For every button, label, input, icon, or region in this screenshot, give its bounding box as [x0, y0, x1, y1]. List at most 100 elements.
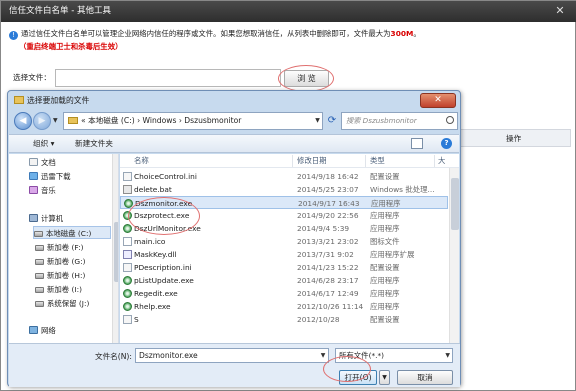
nav-scrollbar[interactable] [112, 154, 118, 343]
search-input[interactable]: 搜索 Dszusbmonitor [341, 112, 458, 130]
file-row[interactable]: pListUpdate.exe 2014/6/28 23:17 应用程序 [120, 274, 448, 287]
file-name: S [134, 315, 139, 324]
nav-item-drive-j[interactable]: 系统保留 (J:) [35, 297, 89, 310]
file-name: Regedit.exe [134, 289, 178, 298]
back-arrow-icon[interactable]: ◀ [14, 112, 32, 130]
nav-scrollbar-thumb[interactable] [114, 222, 118, 282]
chevron-down-icon: ▼ [445, 352, 450, 359]
address-dropdown-icon[interactable]: ▼ [312, 112, 323, 130]
column-type[interactable]: 类型 [370, 155, 385, 167]
nav-item-label: 新加卷 (I:) [47, 285, 82, 294]
search-placeholder: 搜索 Dszusbmonitor [346, 116, 417, 125]
nav-item-drive-i[interactable]: 新加卷 (I:) [35, 283, 82, 296]
ini-file-icon [123, 263, 132, 272]
filename-label: 文件名(N): [95, 352, 132, 361]
dialog-title: 选择要加载的文件 [14, 94, 89, 108]
file-date: 2014/9/18 16:42 [297, 172, 359, 181]
open-options-dropdown[interactable]: ▼ [379, 370, 390, 385]
file-row[interactable]: delete.bat 2014/5/25 23:07 Windows 批处理... [120, 183, 448, 196]
navigation-pane: 文档 迅雷下载 音乐 计算机 本地磁盘 (C:) 新加卷 (F:) 新加卷 (G… [9, 154, 119, 343]
file-row[interactable]: S 2012/10/28 配置设置 [120, 313, 448, 326]
file-row[interactable]: Dszprotect.exe 2014/9/20 22:56 应用程序 [120, 209, 448, 222]
column-size[interactable]: 大 [438, 155, 445, 167]
nav-item-network[interactable]: 网络 [29, 324, 56, 337]
ico-file-icon [123, 237, 132, 246]
nav-item-label: 迅雷下载 [41, 172, 71, 181]
nav-item-label: 文档 [41, 158, 56, 167]
restart-warning: （重启终端卫士和杀毒后生效） [19, 42, 123, 51]
file-list-scrollbar-thumb[interactable] [451, 178, 459, 230]
column-divider[interactable] [292, 155, 293, 167]
filename-input[interactable]: Dszmonitor.exe [135, 348, 329, 363]
column-divider[interactable] [434, 155, 435, 167]
file-date: 2014/6/28 23:17 [297, 276, 359, 285]
nav-item-drive-f[interactable]: 新加卷 (F:) [35, 241, 83, 254]
cancel-button[interactable]: 取消 [397, 370, 453, 385]
music-icon [29, 186, 38, 194]
nav-item-drive-h[interactable]: 新加卷 (H:) [35, 269, 85, 282]
file-row[interactable]: MaskKey.dll 2013/7/31 9:02 应用程序扩展 [120, 248, 448, 261]
refresh-icon[interactable]: ⟳ [325, 112, 339, 130]
nav-item-drive-c[interactable]: 本地磁盘 (C:) [33, 226, 111, 239]
open-file-dialog: 选择要加载的文件 ✕ ◀ ▶ ▼ « 本地磁盘 (C:) › Windows ›… [7, 90, 461, 387]
help-icon[interactable]: ? [441, 138, 452, 149]
file-row[interactable]: ChoiceControl.ini 2014/9/18 16:42 配置设置 [120, 170, 448, 183]
forward-arrow-icon[interactable]: ▶ [33, 112, 51, 130]
info-icon: ! [9, 31, 18, 40]
operation-column-header: 操作 [506, 134, 522, 143]
file-name: pListUpdate.exe [134, 276, 194, 285]
nav-item-label: 系统保留 (J:) [47, 299, 90, 308]
download-icon [29, 172, 38, 180]
window-close-button[interactable]: ✕ [553, 4, 567, 18]
filetype-select[interactable]: 所有文件(*.*) ▼ [335, 348, 453, 363]
nav-item-label: 计算机 [41, 214, 64, 223]
column-name[interactable]: 名称 [134, 155, 149, 167]
history-dropdown-icon[interactable]: ▼ [53, 117, 58, 124]
browse-button[interactable]: 浏 览 [284, 70, 329, 87]
file-type: 配置设置 [370, 172, 400, 181]
file-type: 图标文件 [370, 237, 400, 246]
column-date[interactable]: 修改日期 [297, 155, 327, 167]
nav-item-downloads[interactable]: 迅雷下载 [29, 170, 71, 183]
window-title: 信任文件白名单 - 其他工具 [1, 1, 576, 22]
new-folder-button[interactable]: 新建文件夹 [75, 138, 113, 150]
drive-icon [35, 287, 44, 293]
nav-item-computer[interactable]: 计算机 [29, 212, 63, 225]
file-date: 2014/9/20 22:56 [297, 211, 359, 220]
file-list-scrollbar[interactable] [449, 168, 459, 343]
file-row[interactable]: Rhelp.exe 2012/10/26 11:14 应用程序 [120, 300, 448, 313]
file-row[interactable]: PDescription.ini 2014/1/23 15:22 配置设置 [120, 261, 448, 274]
file-row[interactable]: DszUrlMonitor.exe 2014/9/4 5:39 应用程序 [120, 222, 448, 235]
filetype-value: 所有文件(*.*) [339, 351, 385, 360]
column-divider[interactable] [365, 155, 366, 167]
address-bar[interactable]: « 本地磁盘 (C:) › Windows › Dszusbmonitor [63, 112, 323, 130]
nav-item-drive-g[interactable]: 新加卷 (G:) [35, 255, 86, 268]
file-type: 应用程序 [370, 211, 400, 220]
nav-item-music[interactable]: 音乐 [29, 184, 56, 197]
file-row[interactable]: Dszmonitor.exe 2014/9/17 16:43 应用程序 [120, 196, 448, 209]
dialog-close-button[interactable]: ✕ [420, 93, 456, 108]
open-button[interactable]: 打开(O) [339, 370, 377, 385]
drive-icon [35, 259, 44, 265]
file-type: 应用程序 [370, 224, 400, 233]
file-list: 名称 修改日期 类型 大 ChoiceControl.ini 2014/9/18 … [120, 154, 459, 343]
file-type: 应用程序 [370, 302, 400, 311]
nav-item-label: 新加卷 (G:) [47, 257, 86, 266]
document-icon [29, 158, 38, 166]
file-row[interactable]: Regedit.exe 2014/6/17 12:49 应用程序 [120, 287, 448, 300]
view-options-icon[interactable] [411, 138, 423, 149]
file-row[interactable]: main.ico 2013/3/21 23:02 图标文件 [120, 235, 448, 248]
nav-item-documents[interactable]: 文档 [29, 156, 56, 169]
dll-file-icon [123, 250, 132, 259]
file-type: Windows 批处理... [370, 185, 435, 194]
dialog-toolbar: 组织 ▾ 新建文件夹 ? [9, 134, 459, 153]
nav-item-label: 新加卷 (F:) [47, 243, 84, 252]
exe-file-icon [123, 302, 132, 311]
file-type: 应用程序 [370, 276, 400, 285]
exe-file-icon [123, 211, 132, 220]
file-date: 2012/10/28 [297, 315, 340, 324]
choose-file-input[interactable] [55, 69, 281, 87]
filename-dropdown-icon[interactable]: ▼ [317, 348, 329, 363]
organize-menu[interactable]: 组织 ▾ [33, 138, 54, 150]
file-date: 2014/1/23 15:22 [297, 263, 359, 272]
